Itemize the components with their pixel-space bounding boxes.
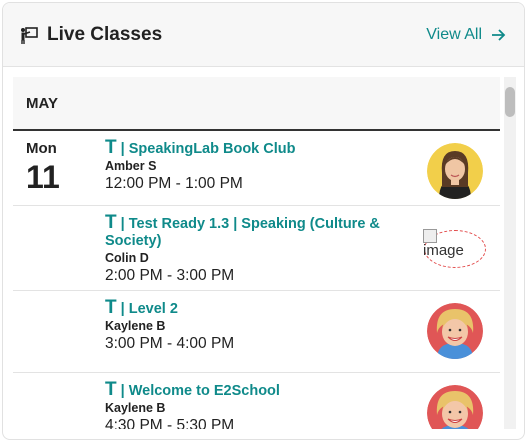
teacher-name: Amber S: [105, 159, 157, 173]
class-title[interactable]: T | SpeakingLab Book Club: [105, 137, 410, 158]
class-time: 4:30 PM - 5:30 PM: [105, 417, 235, 429]
scroll-thumb[interactable]: [505, 87, 515, 117]
class-title-text[interactable]: | Level 2: [117, 301, 178, 317]
class-info: T | SpeakingLab Book Club Amber S 12:00 …: [105, 131, 410, 205]
class-title-text[interactable]: | SpeakingLab Book Club: [117, 141, 296, 157]
teacher-name: Kaylene B: [105, 401, 166, 415]
date-column: [13, 373, 105, 429]
day-number: 11: [26, 159, 60, 195]
date-column: Mon 11: [13, 131, 105, 205]
class-title-text[interactable]: | Test Ready 1.3 | Speaking (Culture & S…: [105, 216, 380, 249]
blonde-teacher-avatar: [427, 385, 483, 429]
class-title[interactable]: T | Welcome to E2School: [105, 379, 410, 400]
class-time: 3:00 PM - 4:00 PM: [105, 335, 235, 352]
class-list[interactable]: MAY Mon 11 T | SpeakingLab Book Club Amb…: [13, 77, 518, 429]
teacher-board-icon: [21, 26, 38, 44]
date-column: [13, 206, 105, 290]
class-info: T | Test Ready 1.3 | Speaking (Culture &…: [105, 206, 410, 290]
class-rows: Mon 11 T | SpeakingLab Book Club Amber S…: [13, 131, 500, 429]
class-type-mark: T: [105, 212, 117, 233]
title-wrap: Live Classes: [19, 24, 162, 46]
class-row[interactable]: T | Level 2 Kaylene B 3:00 PM - 4:00 PM: [13, 291, 500, 373]
teacher-name: Kaylene B: [105, 319, 166, 333]
month-header: MAY: [13, 77, 500, 131]
class-time: 12:00 PM - 1:00 PM: [105, 175, 243, 192]
arrow-right-icon[interactable]: [490, 27, 506, 43]
avatar-column: image: [410, 206, 500, 290]
class-type-mark: T: [105, 297, 117, 318]
class-info: T | Welcome to E2School Kaylene B 4:30 P…: [105, 373, 410, 429]
teacher-name: Colin D: [105, 251, 149, 265]
card-header: Live Classes View All: [3, 3, 524, 67]
card-title: Live Classes: [47, 23, 163, 45]
class-title[interactable]: T | Level 2: [105, 297, 410, 318]
date-column: [13, 291, 105, 372]
class-time: 2:00 PM - 3:00 PM: [105, 267, 235, 284]
view-all-link[interactable]: View All: [426, 26, 506, 44]
class-row[interactable]: T | Test Ready 1.3 | Speaking (Culture &…: [13, 206, 500, 291]
day-of-week: Mon: [26, 140, 57, 157]
blonde-teacher-avatar: [427, 303, 483, 359]
live-classes-card: Live Classes View All MAY Mon 11 T | Spe…: [2, 2, 525, 440]
class-title-text[interactable]: | Welcome to E2School: [117, 383, 280, 399]
class-row[interactable]: T | Welcome to E2School Kaylene B 4:30 P…: [13, 373, 500, 429]
avatar-column: [410, 131, 500, 205]
class-row[interactable]: Mon 11 T | SpeakingLab Book Club Amber S…: [13, 131, 500, 206]
avatar-column: [410, 291, 500, 372]
view-all-label[interactable]: View All: [426, 26, 482, 44]
class-type-mark: T: [105, 137, 117, 158]
avatar-column: [410, 373, 500, 429]
class-title[interactable]: T | Test Ready 1.3 | Speaking (Culture &…: [105, 212, 410, 250]
female-teacher-avatar: [427, 143, 483, 199]
class-type-mark: T: [105, 379, 117, 400]
scrollbar[interactable]: [504, 77, 516, 429]
broken-image-icon: [423, 229, 437, 243]
class-info: T | Level 2 Kaylene B 3:00 PM - 4:00 PM: [105, 291, 410, 372]
broken-image-placeholder: image: [423, 229, 486, 268]
image-alt-text: image: [423, 242, 464, 259]
